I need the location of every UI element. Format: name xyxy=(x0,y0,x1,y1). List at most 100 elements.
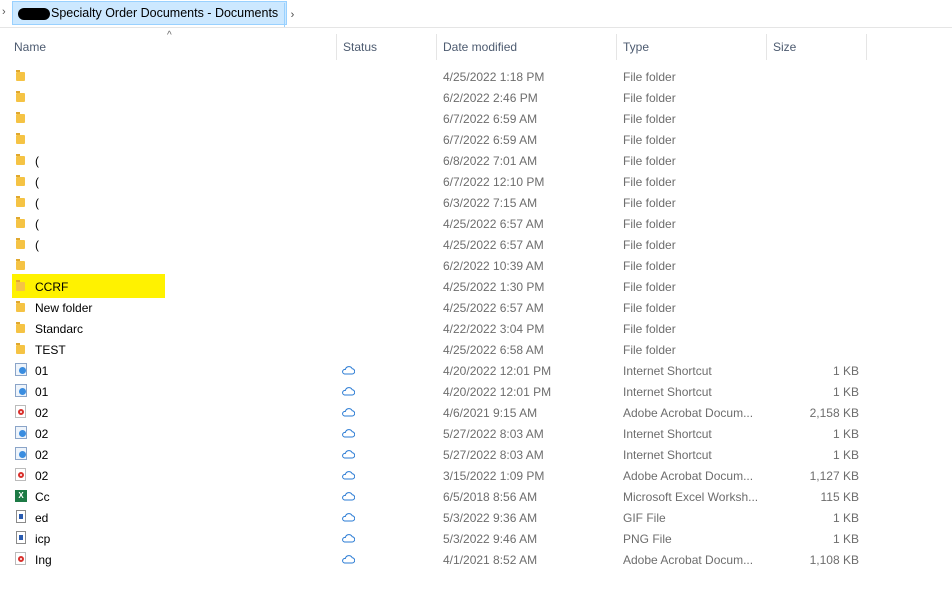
file-row[interactable]: 6/7/2022 6:59 AM File folder xyxy=(0,129,952,150)
file-row[interactable]: (6/8/2022 7:01 AM File folder xyxy=(0,150,952,171)
file-date-modified: 6/2/2022 2:46 PM xyxy=(443,91,538,105)
file-date-modified: 4/25/2022 6:57 AM xyxy=(443,238,544,252)
file-name[interactable]: TEST xyxy=(35,343,66,357)
file-row[interactable]: 02 3/15/2022 1:09 PM Adobe Acrobat Docum..… xyxy=(0,465,952,486)
file-name[interactable]: icp xyxy=(35,532,50,546)
file-date-modified: 5/3/2022 9:36 AM xyxy=(443,511,538,525)
file-name[interactable]: ( xyxy=(35,238,39,252)
excel-icon: X xyxy=(15,489,30,503)
image-icon xyxy=(15,531,30,545)
breadcrumb-chevron-icon[interactable]: › xyxy=(284,3,300,27)
file-date-modified: 6/2/2022 10:39 AM xyxy=(443,259,544,273)
file-row[interactable]: X Cc 6/5/2018 8:56 AM Microsoft Excel Works… xyxy=(0,486,952,507)
address-bar[interactable]: › Specialty Order Documents - Documents … xyxy=(0,0,952,28)
file-name[interactable]: 01 xyxy=(35,385,48,399)
file-row[interactable]: 02 5/27/2022 8:03 AM Internet Shortcut 1 KB xyxy=(0,444,952,465)
file-name[interactable]: CCRF xyxy=(35,280,68,294)
file-row[interactable]: (4/25/2022 6:57 AM File folder xyxy=(0,213,952,234)
file-date-modified: 6/7/2022 12:10 PM xyxy=(443,175,545,189)
file-row[interactable]: 6/7/2022 6:59 AM File folder xyxy=(0,108,952,129)
cloud-icon xyxy=(341,511,356,523)
column-divider[interactable] xyxy=(766,34,767,60)
file-row[interactable]: 02 5/27/2022 8:03 AM Internet Shortcut 1 KB xyxy=(0,423,952,444)
file-name[interactable]: Cc xyxy=(35,490,50,504)
file-row[interactable]: TEST 4/25/2022 6:58 AM File folder xyxy=(0,339,952,360)
file-row[interactable]: Ing 4/1/2021 8:52 AM Adobe Acrobat Docum..… xyxy=(0,549,952,570)
file-type: PNG File xyxy=(623,532,672,546)
column-header-name[interactable]: Name xyxy=(14,40,46,54)
cloud-icon xyxy=(341,406,356,418)
file-row[interactable]: 6/2/2022 2:46 PM File folder xyxy=(0,87,952,108)
file-date-modified: 6/8/2022 7:01 AM xyxy=(443,154,538,168)
file-row[interactable]: 6/2/2022 10:39 AM File folder xyxy=(0,255,952,276)
file-type: Internet Shortcut xyxy=(623,385,712,399)
file-name[interactable]: New folder xyxy=(35,301,92,315)
file-row[interactable]: New folder 4/25/2022 6:57 AM File folder xyxy=(0,297,952,318)
file-type: File folder xyxy=(623,70,676,84)
file-name[interactable]: 02 xyxy=(35,406,48,420)
file-row[interactable]: ed 5/3/2022 9:36 AM GIF File 1 KB xyxy=(0,507,952,528)
column-divider[interactable] xyxy=(616,34,617,60)
cloud-icon xyxy=(341,469,356,481)
file-type: GIF File xyxy=(623,511,666,525)
file-name[interactable]: Standarc xyxy=(35,322,83,336)
internet-shortcut-icon xyxy=(15,426,30,440)
file-row[interactable]: (4/25/2022 6:57 AM File folder xyxy=(0,234,952,255)
file-size: 115 KB xyxy=(820,490,859,504)
file-row[interactable]: (6/7/2022 12:10 PM File folder xyxy=(0,171,952,192)
folder-icon xyxy=(15,195,30,209)
column-divider[interactable] xyxy=(436,34,437,60)
folder-icon xyxy=(15,90,30,104)
sort-ascending-icon: ^ xyxy=(167,30,172,41)
breadcrumb[interactable]: Specialty Order Documents - Documents › xyxy=(12,1,294,27)
file-name[interactable]: 02 xyxy=(35,469,48,483)
column-header-date-modified[interactable]: Date modified xyxy=(443,40,517,54)
file-name[interactable]: 02 xyxy=(35,427,48,441)
file-name[interactable]: ed xyxy=(35,511,48,525)
file-name[interactable]: 02 xyxy=(35,448,48,462)
file-name[interactable]: ( xyxy=(35,154,39,168)
pdf-icon xyxy=(15,468,30,482)
file-date-modified: 6/7/2022 6:59 AM xyxy=(443,112,538,126)
file-date-modified: 5/27/2022 8:03 AM xyxy=(443,427,544,441)
file-date-modified: 6/7/2022 6:59 AM xyxy=(443,133,538,147)
file-row[interactable]: icp 5/3/2022 9:46 AM PNG File 1 KB xyxy=(0,528,952,549)
folder-icon xyxy=(15,321,30,335)
file-date-modified: 4/25/2022 1:30 PM xyxy=(443,280,545,294)
folder-icon xyxy=(15,111,30,125)
path-expand-chevron-icon[interactable]: › xyxy=(2,6,6,18)
column-header-status[interactable]: Status xyxy=(343,40,377,54)
file-type: Adobe Acrobat Docum... xyxy=(623,553,754,567)
folder-icon xyxy=(15,174,30,188)
file-date-modified: 5/27/2022 8:03 AM xyxy=(443,448,544,462)
column-divider[interactable] xyxy=(866,34,867,60)
file-size: 1 KB xyxy=(832,511,859,525)
cloud-icon xyxy=(341,490,356,502)
file-row[interactable]: 01 4/20/2022 12:01 PM Internet Shortcut 1 K… xyxy=(0,381,952,402)
file-name[interactable]: ( xyxy=(35,217,39,231)
file-name[interactable]: 01 xyxy=(35,364,48,378)
column-header-size[interactable]: Size xyxy=(773,40,796,54)
file-row[interactable]: Standarc 4/22/2022 3:04 PM File folder xyxy=(0,318,952,339)
column-header-type[interactable]: Type xyxy=(623,40,649,54)
file-row[interactable]: (6/3/2022 7:15 AM File folder xyxy=(0,192,952,213)
breadcrumb-current-folder[interactable]: Specialty Order Documents - Documents xyxy=(51,6,278,20)
file-row[interactable]: CCRF 4/25/2022 1:30 PM File folder xyxy=(0,274,952,298)
cloud-icon xyxy=(341,553,356,565)
file-type: File folder xyxy=(623,112,676,126)
file-name[interactable]: ( xyxy=(35,175,39,189)
file-row[interactable]: 02 4/6/2021 9:15 AM Adobe Acrobat Docum...… xyxy=(0,402,952,423)
file-size: 1 KB xyxy=(832,448,859,462)
file-row[interactable]: 01 4/20/2022 12:01 PM Internet Shortcut 1 K… xyxy=(0,360,952,381)
internet-shortcut-icon xyxy=(15,447,30,461)
file-date-modified: 4/25/2022 6:58 AM xyxy=(443,343,544,357)
file-row[interactable]: 4/25/2022 1:18 PM File folder xyxy=(0,66,952,87)
column-divider[interactable] xyxy=(336,34,337,60)
file-date-modified: 3/15/2022 1:09 PM xyxy=(443,469,545,483)
file-type: File folder xyxy=(623,280,676,294)
file-size: 1 KB xyxy=(832,427,859,441)
file-type: File folder xyxy=(623,175,676,189)
file-name[interactable]: ( xyxy=(35,196,39,210)
file-name[interactable]: Ing xyxy=(35,553,52,567)
file-size: 1,127 KB xyxy=(809,469,859,483)
